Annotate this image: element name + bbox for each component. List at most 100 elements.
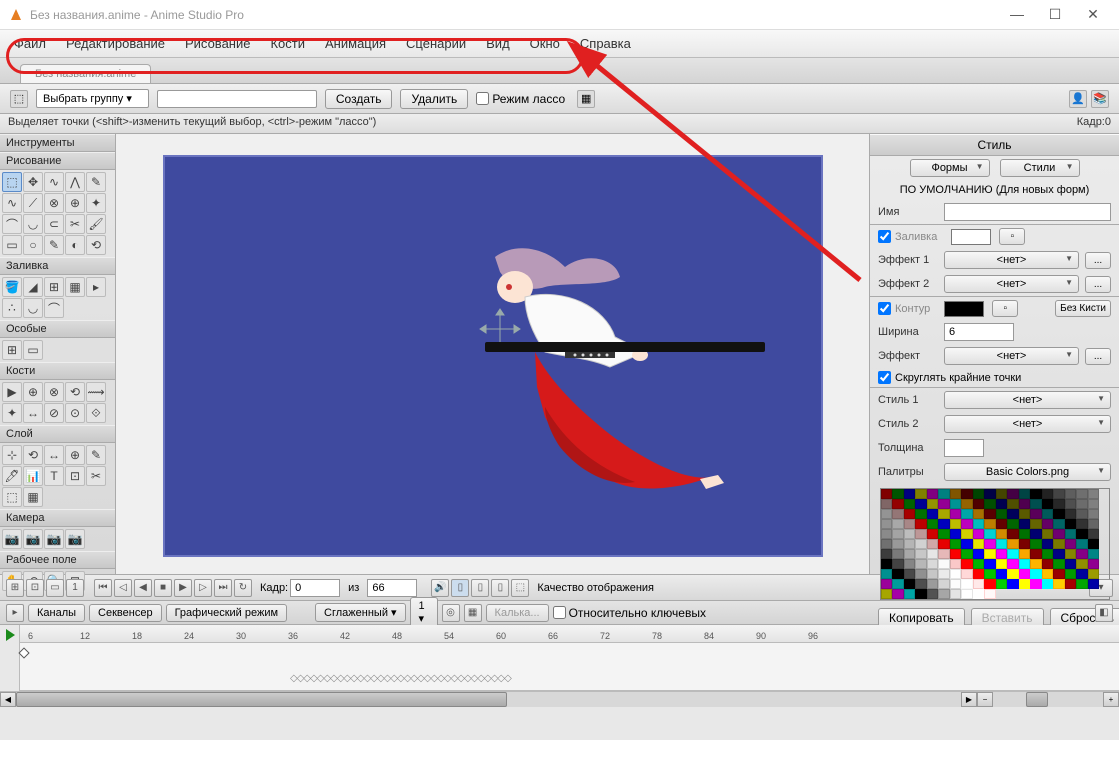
palette-cell[interactable] (938, 589, 950, 599)
tool-tg-draw-8[interactable]: ⊕ (65, 193, 85, 213)
palette-cell[interactable] (881, 529, 893, 539)
tool-tg-draw-16[interactable]: ○ (23, 235, 43, 255)
palette-cell[interactable] (950, 559, 962, 569)
palette-cell[interactable] (915, 499, 927, 509)
palette-cell[interactable] (927, 589, 939, 599)
goto-start[interactable]: ⏮ (94, 579, 112, 597)
palette-cell[interactable] (984, 539, 996, 549)
palette-cell[interactable] (1042, 579, 1054, 589)
palette-cell[interactable] (973, 579, 985, 589)
palette-cell[interactable] (915, 579, 927, 589)
relative-checkbox[interactable]: Относительно ключевых (553, 606, 706, 620)
palette-cell[interactable] (1019, 509, 1031, 519)
tool-tg-layer-9[interactable]: ✂ (86, 466, 106, 486)
tool-tg-fill-2[interactable]: ⊞ (44, 277, 64, 297)
tl-icon1[interactable]: ◎ (442, 604, 460, 622)
palette-cell[interactable] (1076, 569, 1088, 579)
palette-cell[interactable] (1088, 559, 1100, 569)
menu-scripts[interactable]: Сценарии (402, 34, 470, 53)
palette-cell[interactable] (1088, 549, 1100, 559)
sequencer-tab[interactable]: Секвенсер (89, 604, 162, 622)
palette-cell[interactable] (938, 519, 950, 529)
palette-cell[interactable] (927, 519, 939, 529)
palette-cell[interactable] (1088, 569, 1100, 579)
palette-cell[interactable] (1065, 549, 1077, 559)
palette-cell[interactable] (1007, 579, 1019, 589)
tool-tg-draw-12[interactable]: ⊂ (44, 214, 64, 234)
zoom-thumb[interactable] (1026, 692, 1048, 707)
palette-cell[interactable] (973, 569, 985, 579)
palette-cell[interactable] (927, 489, 939, 499)
tool-tg-draw-3[interactable]: ⋀ (65, 172, 85, 192)
palette-cell[interactable] (1088, 539, 1100, 549)
palette-cell[interactable] (973, 509, 985, 519)
palette-cell[interactable] (1030, 559, 1042, 569)
palette-cell[interactable] (996, 499, 1008, 509)
step-fwd[interactable]: ▷ (194, 579, 212, 597)
box4[interactable]: ⬚ (511, 579, 529, 597)
palette-cell[interactable] (984, 509, 996, 519)
palette-cell[interactable] (984, 519, 996, 529)
palette-cell[interactable] (1007, 569, 1019, 579)
timeline-scrollbar[interactable]: ◀ ▶ − + (0, 691, 1119, 707)
palette-cell[interactable] (1076, 519, 1088, 529)
tool-tg-draw-7[interactable]: ⊗ (44, 193, 64, 213)
palette-cell[interactable] (881, 569, 893, 579)
width-input[interactable] (944, 323, 1014, 341)
palette-cell[interactable] (1007, 559, 1019, 569)
menu-bones[interactable]: Кости (266, 34, 309, 53)
tool-tg-bones-0[interactable]: ▶ (2, 382, 22, 402)
tool-tg-bones-7[interactable]: ⊘ (44, 403, 64, 423)
tool-tg-layer-7[interactable]: T (44, 466, 64, 486)
color-palette[interactable] (880, 488, 1110, 600)
stroke-extra-button[interactable]: ▫ (992, 300, 1018, 317)
palette-cell[interactable] (973, 529, 985, 539)
palette-cell[interactable] (892, 529, 904, 539)
palette-cell[interactable] (881, 499, 893, 509)
tool-tg-draw-6[interactable]: ⟋ (23, 193, 43, 213)
palette-cell[interactable] (1019, 529, 1031, 539)
tool-tg-camera-2[interactable]: 📷 (44, 529, 64, 549)
tool-tg-draw-4[interactable]: ✎ (86, 172, 106, 192)
menu-help[interactable]: Справка (576, 34, 635, 53)
box3[interactable]: ▯ (491, 579, 509, 597)
style2-dropdown[interactable]: <нет> (944, 415, 1111, 433)
palette-cell[interactable] (1065, 499, 1077, 509)
tool-tg-draw-2[interactable]: ∿ (44, 172, 64, 192)
palette-cell[interactable] (904, 489, 916, 499)
tool-tg-draw-11[interactable]: ◡ (23, 214, 43, 234)
palette-cell[interactable] (1042, 519, 1054, 529)
palette-cell[interactable] (938, 569, 950, 579)
palette-cell[interactable] (1053, 539, 1065, 549)
timeline-tracks[interactable]: ◇◇◇◇◇◇◇◇◇◇◇◇◇◇◇◇◇◇◇◇◇◇◇◇◇◇◇◇◇◇◇◇◇ (20, 643, 1119, 691)
canvas[interactable] (163, 155, 823, 557)
tool-tg-layer-2[interactable]: ↔ (44, 445, 64, 465)
palette-cell[interactable] (881, 559, 893, 569)
palette-cell[interactable] (996, 489, 1008, 499)
palette-cell[interactable] (1019, 579, 1031, 589)
palette-cell[interactable] (961, 519, 973, 529)
tool-tg-layer-4[interactable]: ✎ (86, 445, 106, 465)
palette-cell[interactable] (950, 529, 962, 539)
tool-tg-layer-6[interactable]: 📊 (23, 466, 43, 486)
palette-cell[interactable] (1076, 579, 1088, 589)
tool-tg-fill-4[interactable]: ▸ (86, 277, 106, 297)
palette-cell[interactable] (996, 519, 1008, 529)
tool-tg-bones-2[interactable]: ⊗ (44, 382, 64, 402)
palette-cell[interactable] (1030, 549, 1042, 559)
total-frames-input[interactable] (367, 579, 417, 597)
thickness-input[interactable] (944, 439, 984, 457)
transport-btn-3[interactable]: ▭ (46, 579, 64, 597)
palette-cell[interactable] (950, 579, 962, 589)
palette-cell[interactable] (1019, 559, 1031, 569)
transport-btn-1[interactable]: ⊞ (6, 579, 24, 597)
palette-cell[interactable] (961, 549, 973, 559)
palette-cell[interactable] (892, 519, 904, 529)
palette-cell[interactable] (915, 569, 927, 579)
tracing-button[interactable]: Калька... (486, 604, 549, 622)
tool-tg-bones-1[interactable]: ⊕ (23, 382, 43, 402)
palette-cell[interactable] (1030, 529, 1042, 539)
tool-tg-layer-3[interactable]: ⊕ (65, 445, 85, 465)
box1[interactable]: ▯ (451, 579, 469, 597)
transport-btn-4[interactable]: 1 (66, 579, 84, 597)
